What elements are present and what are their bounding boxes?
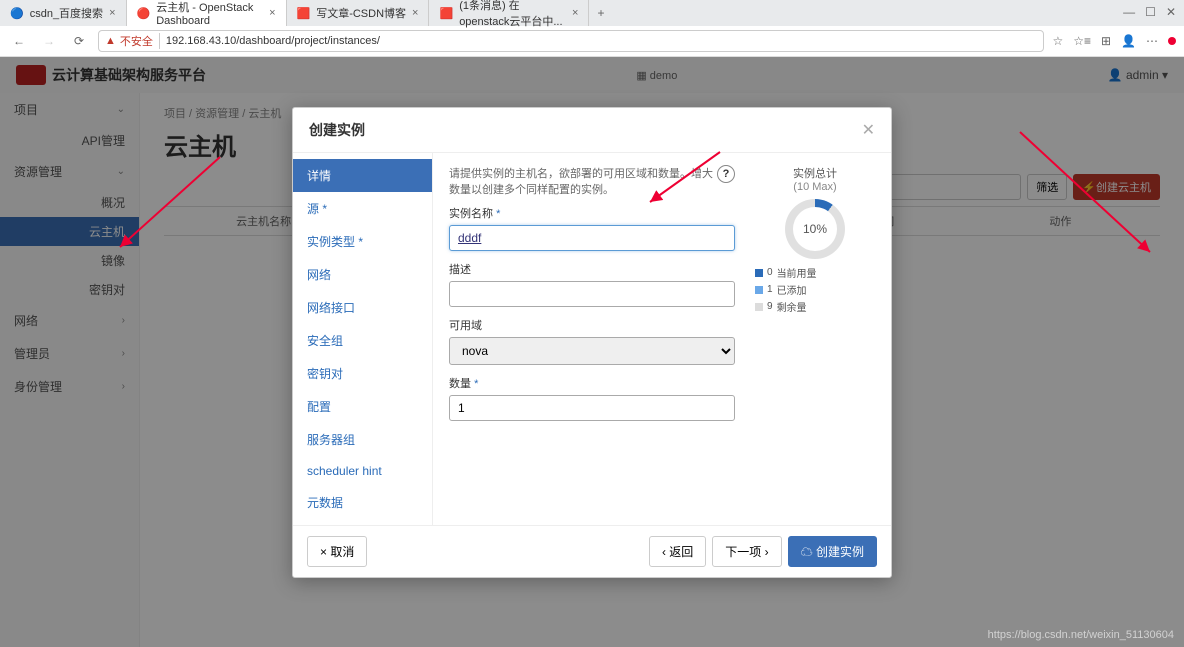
wizard-nav: 详情 源 * 实例类型 * 网络 网络接口 安全组 密钥对 配置 服务器组 sc… (293, 153, 433, 525)
quota-donut-chart: 10% (785, 199, 845, 259)
page-body: 云计算基础架构服务平台 ▦ demo 👤 admin ▾ 项目⌄ API管理 资… (0, 57, 1184, 647)
step-secgroup[interactable]: 安全组 (293, 324, 432, 357)
stats-title: 实例总计 (755, 165, 875, 181)
url-text: 192.168.43.10/dashboard/project/instance… (166, 35, 380, 47)
launch-instance-button[interactable]: ☁ 创建实例 (788, 536, 877, 567)
count-input[interactable] (449, 395, 735, 421)
description-input[interactable] (449, 281, 735, 307)
step-ports[interactable]: 网络接口 (293, 291, 432, 324)
security-warning: ▲不安全 (105, 33, 160, 49)
min-icon[interactable]: — (1123, 5, 1135, 19)
warning-icon: ▲ (105, 35, 116, 47)
browser-tabs: 🔵csdn_百度搜索× 🔴云主机 - OpenStack Dashboard× … (0, 0, 1184, 26)
desc-label: 描述 (449, 261, 735, 277)
url-bar[interactable]: ▲不安全 192.168.43.10/dashboard/project/ins… (98, 30, 1044, 52)
notification-dot (1168, 37, 1176, 45)
avatar-icon[interactable]: 👤 (1121, 34, 1136, 48)
instance-name-input[interactable] (449, 225, 735, 251)
browser-chrome: — ☐ ✕ 🔵csdn_百度搜索× 🔴云主机 - OpenStack Dashb… (0, 0, 1184, 57)
menu-icon[interactable]: ⋯ (1146, 34, 1158, 48)
close-icon[interactable]: ✕ (1166, 5, 1176, 19)
forward-button[interactable]: → (38, 30, 60, 52)
stats-subtitle: (10 Max) (755, 181, 875, 193)
modal-close-button[interactable]: ✕ (862, 120, 875, 140)
step-config[interactable]: 配置 (293, 390, 432, 423)
legend-swatch (755, 303, 763, 311)
collections-icon[interactable]: ⊞ (1101, 34, 1111, 48)
modal-title: 创建实例 (309, 120, 365, 140)
name-label: 实例名称 * (449, 205, 735, 221)
quota-stats: 实例总计 (10 Max) 10% 0 当前用量 1 已添加 9 剩余量 (755, 165, 875, 513)
window-controls: — ☐ ✕ (1115, 0, 1184, 24)
cancel-button[interactable]: × 取消 (307, 536, 367, 567)
step-keypair[interactable]: 密钥对 (293, 357, 432, 390)
step-network[interactable]: 网络 (293, 258, 432, 291)
browser-tab[interactable]: 🔴云主机 - OpenStack Dashboard× (127, 0, 287, 26)
legend-swatch (755, 286, 763, 294)
reload-button[interactable]: ⟳ (68, 30, 90, 52)
step-metadata[interactable]: 元数据 (293, 486, 432, 519)
count-label: 数量 * (449, 375, 735, 391)
close-icon[interactable]: × (269, 7, 275, 19)
step-servergroup[interactable]: 服务器组 (293, 423, 432, 456)
back-button[interactable]: ← (8, 30, 30, 52)
back-button[interactable]: ‹ 返回 (649, 536, 706, 567)
browser-tab[interactable]: 🟥写文章-CSDN博客× (287, 0, 430, 26)
create-instance-modal: 创建实例 ✕ 详情 源 * 实例类型 * 网络 网络接口 安全组 密钥对 配置 … (292, 107, 892, 578)
legend-swatch (755, 269, 763, 277)
close-icon[interactable]: × (572, 7, 578, 19)
max-icon[interactable]: ☐ (1145, 5, 1156, 19)
step-scheduler[interactable]: scheduler hint (293, 456, 432, 486)
new-tab-button[interactable]: + (589, 6, 612, 20)
close-icon[interactable]: × (109, 7, 115, 19)
step-flavor[interactable]: 实例类型 * (293, 225, 432, 258)
star-icon[interactable]: ☆ (1052, 34, 1063, 48)
help-icon[interactable]: ? (717, 165, 735, 183)
browser-tab[interactable]: 🟥(1条消息) 在openstack云平台中...× (429, 0, 589, 26)
az-label: 可用域 (449, 317, 735, 333)
percent-text: 10% (793, 207, 837, 251)
step-details[interactable]: 详情 (293, 159, 432, 192)
availability-zone-select[interactable]: nova (449, 337, 735, 365)
step-source[interactable]: 源 * (293, 192, 432, 225)
next-button[interactable]: 下一项 › (712, 536, 781, 567)
favorites-icon[interactable]: ☆≡ (1073, 34, 1091, 48)
address-row: ← → ⟳ ▲不安全 192.168.43.10/dashboard/proje… (0, 26, 1184, 56)
watermark: https://blog.csdn.net/weixin_51130604 (988, 629, 1174, 641)
browser-tab[interactable]: 🔵csdn_百度搜索× (0, 0, 127, 26)
instructions: 请提供实例的主机名，欲部署的可用区域和数量。增大数量以创建多个同样配置的实例。 (449, 165, 735, 197)
close-icon[interactable]: × (412, 7, 418, 19)
